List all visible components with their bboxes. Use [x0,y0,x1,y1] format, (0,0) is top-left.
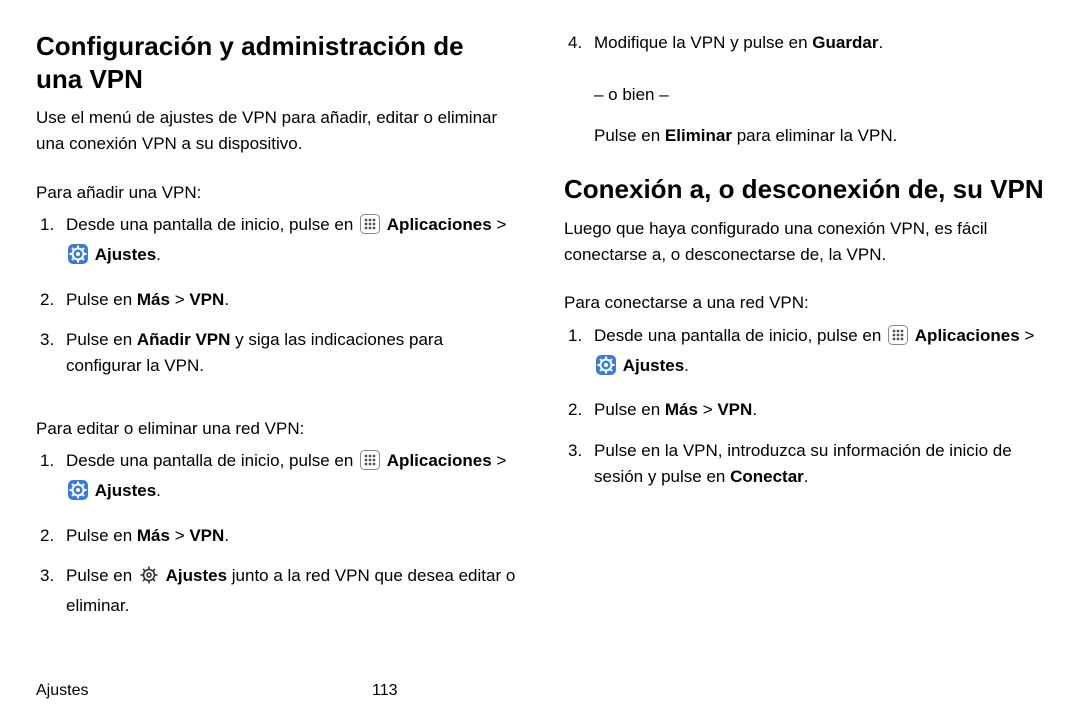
edit-vpn-steps: Desde una pantalla de inicio, pulse en A… [36,448,516,634]
list-item: Pulse en la VPN, introduzca su informaci… [564,438,1044,491]
list-item: Pulse en Añadir VPN y siga las indicacio… [36,327,516,380]
heading-vpn-connect: Conexión a, o desconexión de, su VPN [564,173,1044,206]
connect-lead: Para conectarse a una red VPN: [564,290,1044,316]
connect-steps: Desde una pantalla de inicio, pulse en A… [564,323,1044,505]
intro-text: Use el menú de ajustes de VPN para añadi… [36,105,516,158]
settings-gear-icon [68,480,88,508]
list-item: Pulse en Ajustes junto a la red VPN que … [36,563,516,620]
edit-vpn-steps-continued: Modifique la VPN y pulse en Guardar. [564,30,1044,70]
heading-vpn-config: Configuración y administración de una VP… [36,30,516,95]
list-item: Pulse en Más > VPN. [36,287,516,313]
add-vpn-steps: Desde una pantalla de inicio, pulse en A… [36,212,516,394]
list-item: Pulse en Más > VPN. [36,523,516,549]
settings-gear-icon [68,244,88,272]
list-item: Desde una pantalla de inicio, pulse en A… [36,212,516,273]
list-item: Desde una pantalla de inicio, pulse en A… [36,448,516,509]
right-column: Modifique la VPN y pulse en Guardar. – o… [564,30,1044,674]
settings-gear-icon [596,355,616,383]
list-item: Modifique la VPN y pulse en Guardar. [564,30,1044,56]
or-divider: – o bien – [564,82,1044,108]
apps-grid-icon [360,214,380,242]
add-vpn-lead: Para añadir una VPN: [36,180,516,206]
connect-intro: Luego que haya configurado una conexión … [564,216,1044,269]
apps-grid-icon [888,325,908,353]
left-column: Configuración y administración de una VP… [36,30,516,674]
footer-page-number: 113 [372,682,708,700]
list-item: Pulse en Más > VPN. [564,397,1044,423]
page-footer: Ajustes 113 [36,674,1044,700]
list-item: Desde una pantalla de inicio, pulse en A… [564,323,1044,384]
apps-grid-icon [360,450,380,478]
edit-vpn-lead: Para editar o eliminar una red VPN: [36,416,516,442]
alt-action: Pulse en Eliminar para eliminar la VPN. [564,123,1044,149]
footer-section: Ajustes [36,682,372,700]
gear-outline-icon [139,565,159,593]
